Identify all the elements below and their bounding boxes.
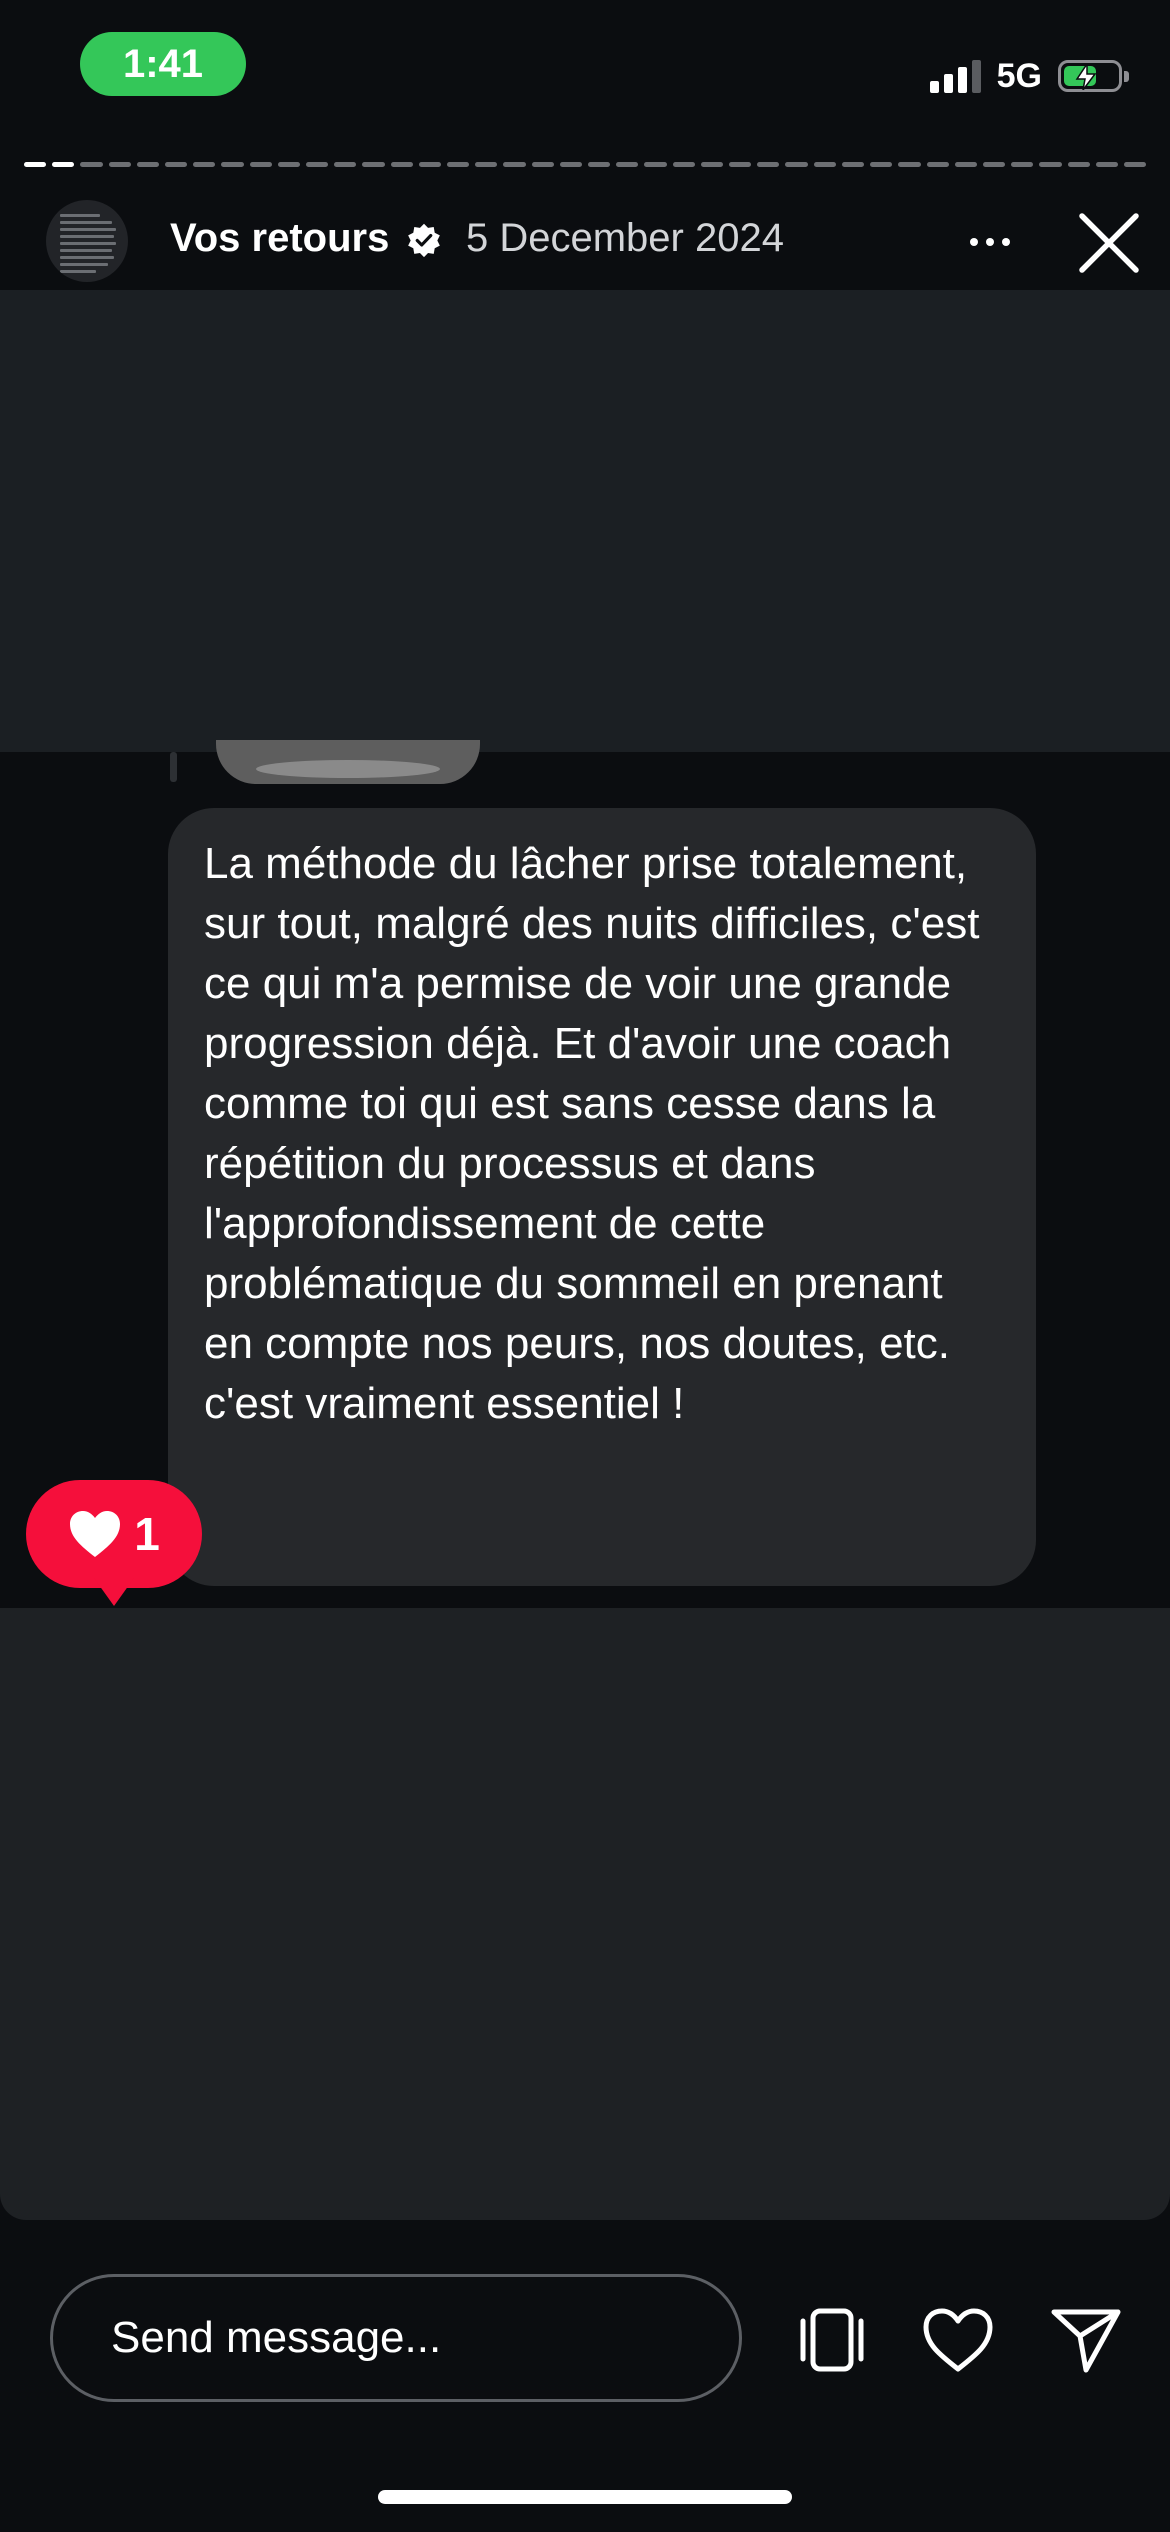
message-bubble: La méthode du lâcher prise totalement, s… [168,808,1036,1586]
story-progress-segment [362,162,385,167]
status-indicators: 5G [929,52,1129,100]
story-progress-segment [757,162,780,167]
avatar[interactable] [46,200,128,282]
story-progress-segment [277,162,301,167]
story-progress-segment [841,162,865,167]
account-name[interactable]: Vos retours [170,216,389,261]
story-progress-segment [108,162,131,167]
story-progress-segment [616,162,639,167]
story-progress-segment [475,162,498,167]
story-progress-segment [954,162,977,167]
story-progress-segment [52,162,75,167]
verified-badge-icon [408,223,440,258]
more-options-icon[interactable] [958,218,1022,266]
story-progress-segment [531,162,554,167]
story-progress-segment [898,162,921,167]
story-progress-segment [24,162,47,167]
heart-icon [70,1511,121,1557]
story-progress-segment [418,162,442,167]
story-progress-segment [249,162,272,167]
like-icon[interactable] [918,2300,998,2380]
story-progress-segment [1011,162,1034,167]
story-progress-segment [165,162,188,167]
story-progress-segment [503,162,526,167]
home-indicator[interactable] [378,2490,792,2504]
story-progress-bar [24,162,1147,168]
story-progress-segment [136,162,160,167]
story-progress-segment [221,162,244,167]
story-image-bottom [0,1608,1170,2220]
story-progress-segment [193,162,216,167]
send-message-input[interactable] [53,2277,739,2399]
story-progress-segment [813,162,836,167]
network-type: 5G [996,56,1042,95]
signal-icon [929,59,981,93]
story-progress-segment [926,162,949,167]
reply-image-thumbnail [216,740,480,784]
message-text: La méthode du lâcher prise totalement, s… [204,839,980,1428]
story-progress-segment [870,162,893,167]
reaction-badge: 1 [26,1480,202,1588]
story-progress-segment [729,162,752,167]
story-progress-segment [306,162,329,167]
story-progress-segment [700,162,724,167]
story-progress-segment [390,162,413,167]
story-progress-segment [982,162,1006,167]
send-icon[interactable] [1046,2300,1126,2380]
battery-icon [1058,60,1129,92]
multi-device-icon[interactable] [792,2300,872,2380]
status-time: 1:41 [80,32,246,96]
story-progress-segment [1095,162,1118,167]
story-progress-segment [80,162,103,167]
story-progress-segment [644,162,667,167]
story-progress-segment [588,162,611,167]
story-progress-segment [1123,162,1147,167]
story-progress-segment [1039,162,1062,167]
reaction-count: 1 [134,1508,160,1560]
reaction-badge-tail [94,1578,134,1606]
story-progress-segment [447,162,470,167]
close-icon[interactable] [1076,210,1142,276]
message-composer[interactable] [50,2274,742,2402]
story-progress-segment [559,162,583,167]
story-image-top [0,290,1170,752]
story-progress-segment [1067,162,1090,167]
reply-indicator [170,752,177,782]
post-date: 5 December 2024 [466,216,784,260]
story-progress-segment [334,162,357,167]
story-progress-segment [672,162,695,167]
story-progress-segment [785,162,808,167]
